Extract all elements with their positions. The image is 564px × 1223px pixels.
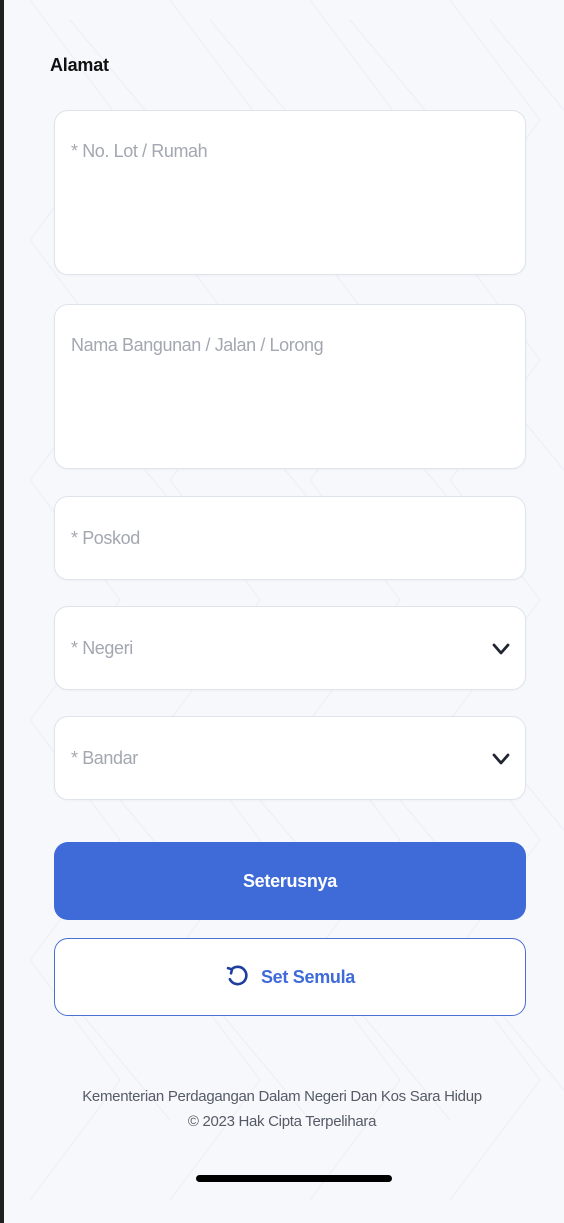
next-button-label: Seterusnya — [242, 870, 338, 891]
city-select[interactable]: * Bandar — [54, 716, 526, 800]
reset-button[interactable]: Set Semula — [54, 938, 526, 1016]
footer-copyright: © 2023 Hak Cipta Terpelihara — [187, 1113, 377, 1130]
footer-ministry: Kementerian Perdagangan Dalam Negeri Dan… — [82, 1088, 482, 1105]
state-select[interactable]: * Negeri — [54, 606, 526, 690]
section-title: Alamat — [50, 55, 109, 75]
home-indicator — [196, 1175, 392, 1182]
lot-number-label: * No. Lot / Rumah — [71, 141, 208, 161]
building-street-label: Nama Bangunan / Jalan / Lorong — [71, 335, 324, 355]
next-button[interactable]: Seterusnya — [54, 842, 526, 920]
building-street-field[interactable]: Nama Bangunan / Jalan / Lorong — [54, 304, 526, 469]
postcode-label: * Poskod — [71, 528, 140, 548]
postcode-field[interactable]: * Poskod — [54, 496, 526, 580]
city-label: * Bandar — [71, 748, 138, 768]
chevron-down-icon — [492, 643, 510, 655]
state-label: * Negeri — [71, 638, 133, 658]
lot-number-field[interactable]: * No. Lot / Rumah — [54, 110, 526, 275]
reset-icon — [226, 965, 248, 986]
reset-button-label: Set Semula — [260, 966, 356, 987]
address-form-screen: Alamat * No. Lot / Rumah Nama Bangunan /… — [0, 0, 564, 1223]
chevron-down-icon — [492, 753, 510, 765]
